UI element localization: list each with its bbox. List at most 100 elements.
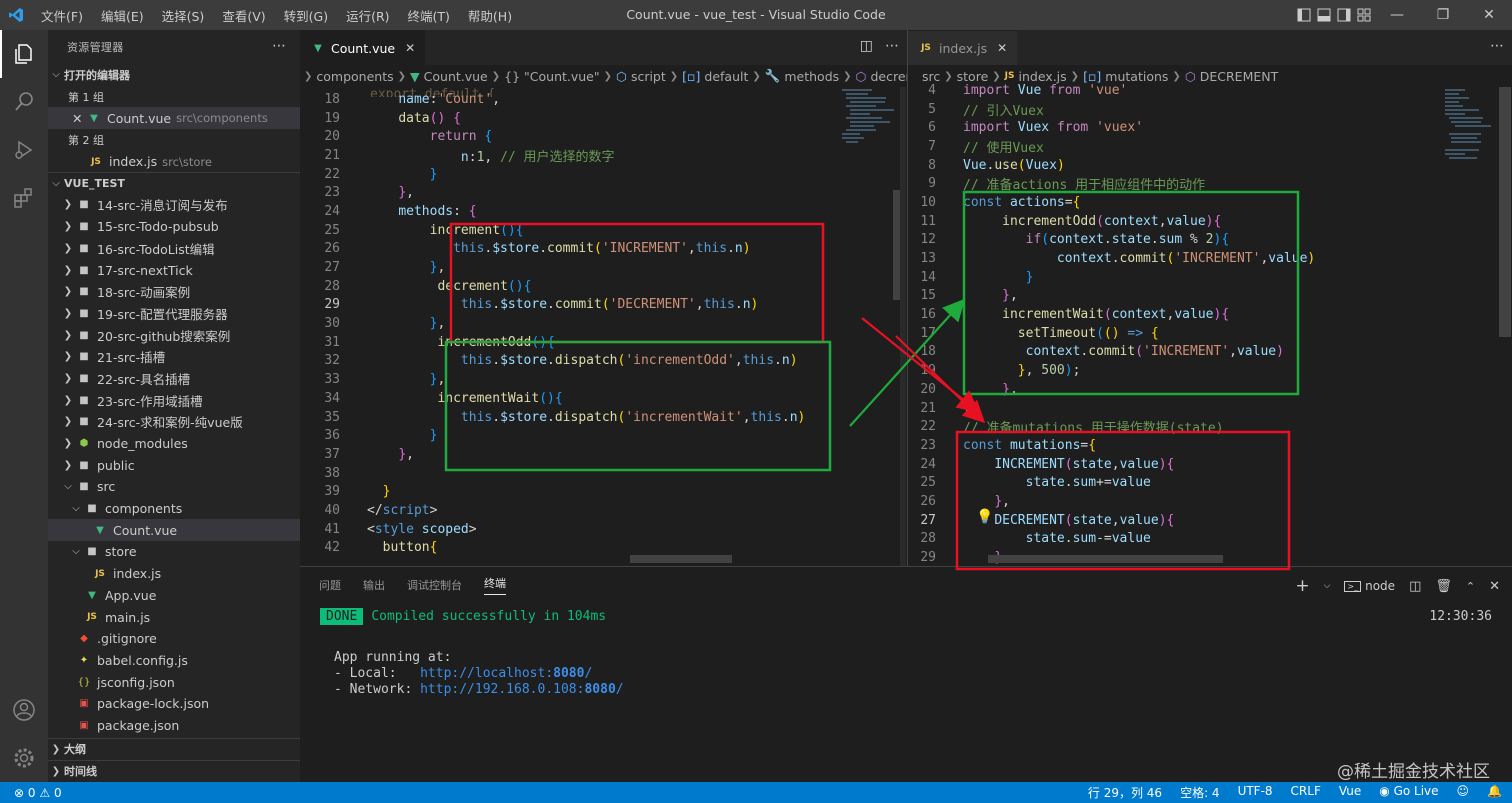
more-actions-icon[interactable]: ⋯ <box>885 38 899 54</box>
code-line[interactable]: 15 }, <box>896 287 1512 306</box>
tree-package-json[interactable]: ▣ package.json <box>48 715 300 737</box>
accounts-status-icon[interactable]: ☺ <box>1457 784 1470 801</box>
code-line[interactable]: 31 incrementOdd(){ <box>300 333 907 352</box>
code-line[interactable]: 37 }, <box>300 445 907 464</box>
extensions-icon[interactable] <box>0 174 48 222</box>
close-tab-icon[interactable]: ✕ <box>405 41 415 55</box>
tree-folder[interactable]: ❯ ■ 21-src-插槽 <box>48 346 300 368</box>
tree-count-vue[interactable]: ▼ Count.vue <box>48 519 300 542</box>
maximize-icon[interactable]: ❐ <box>1420 0 1466 30</box>
tree-folder[interactable]: ❯ ■ 22-src-具名插槽 <box>48 368 300 390</box>
tree-folder[interactable]: ❯ ■ 23-src-作用域插槽 <box>48 389 300 411</box>
code-line[interactable]: 40 </script> <box>300 501 907 520</box>
code-line[interactable]: 28 state.sum-=value <box>896 530 1512 549</box>
encoding[interactable]: UTF-8 <box>1238 784 1273 801</box>
tab-terminal[interactable]: 终端 <box>484 575 506 595</box>
tree-folder[interactable]: ❯ ■ 19-src-配置代理服务器 <box>48 303 300 325</box>
code-line[interactable]: 18 context.commit('INCREMENT',value) <box>896 343 1512 362</box>
more-actions-icon[interactable]: ⋯ <box>1490 38 1504 54</box>
tree-folder[interactable]: ❯ ■ 24-src-求和案例-纯vue版 <box>48 411 300 433</box>
toggle-secondary-sidebar-icon[interactable] <box>1334 0 1354 30</box>
menu-run[interactable]: 运行(R) <box>337 6 398 25</box>
minimize-icon[interactable]: — <box>1374 0 1420 30</box>
code-line[interactable]: 21 n:1, // 用户选择的数字 <box>300 146 907 165</box>
code-line[interactable]: 20 }, <box>896 380 1512 399</box>
code-line[interactable]: 32 this.$store.dispatch('incrementOdd',t… <box>300 352 907 371</box>
tab-count-vue[interactable]: ▼ Count.vue ✕ <box>300 30 426 65</box>
code-line[interactable]: 22 } <box>300 165 907 184</box>
tree-jsconfig[interactable]: {} jsconfig.json <box>48 671 300 693</box>
breadcrumb-item[interactable]: default <box>704 69 748 84</box>
tab-problems[interactable]: 问题 <box>319 577 341 593</box>
scrollbar-thumb-right[interactable] <box>1499 87 1511 337</box>
tab-index-js[interactable]: JS index.js ✕ <box>908 30 1018 65</box>
code-line[interactable]: 16 incrementWait(context,value){ <box>896 305 1512 324</box>
code-line[interactable]: 5 // 引入Vuex <box>896 100 1512 119</box>
tree-babel-config[interactable]: ✦ babel.config.js <box>48 650 300 672</box>
code-line[interactable]: 34 incrementWait(){ <box>300 389 907 408</box>
open-editor-index-js[interactable]: JS index.js src\store <box>48 151 300 173</box>
code-line[interactable]: 26 this.$store.commit('INCREMENT',this.n… <box>300 240 907 259</box>
tree-node-modules[interactable]: ❯ ⬢ node_modules <box>48 433 300 455</box>
trash-icon[interactable]: 🗑 <box>1435 579 1452 594</box>
code-line[interactable]: 10 const actions={ <box>896 193 1512 212</box>
code-line[interactable]: 30 }, <box>300 314 907 333</box>
breadcrumb-item[interactable]: methods <box>784 69 839 84</box>
breadcrumb-item[interactable]: components <box>316 69 393 84</box>
code-line[interactable]: 21} <box>896 399 1512 418</box>
code-line[interactable]: 23 const mutations={ <box>896 436 1512 455</box>
split-terminal-icon[interactable]: ◫ <box>1409 579 1421 594</box>
menu-go[interactable]: 转到(G) <box>275 6 337 25</box>
menu-terminal[interactable]: 终端(T) <box>399 6 459 25</box>
code-line[interactable]: 24 methods: { <box>300 202 907 221</box>
code-line[interactable]: 23 }, <box>300 183 907 202</box>
code-line[interactable]: 24 INCREMENT(state,value){ <box>896 455 1512 474</box>
notifications-bell-icon[interactable]: 🔔 <box>1487 784 1502 801</box>
code-line[interactable]: 19 data() { <box>300 109 907 128</box>
tree-app-vue[interactable]: ▼ App.vue <box>48 585 300 607</box>
indentation[interactable]: 空格: 4 <box>1180 784 1220 801</box>
code-line[interactable]: 13 context.commit('INCREMENT',value) <box>896 249 1512 268</box>
more-actions-icon[interactable]: ⋯ <box>272 38 286 54</box>
close-tab-icon[interactable]: ✕ <box>997 41 1007 55</box>
terminal-output[interactable]: DONE Compiled successfully in 104ms 12:30:… <box>300 604 1512 698</box>
open-editor-count-vue[interactable]: ✕ ▼ Count.vue src\components <box>48 107 300 130</box>
code-line[interactable]: 41 <style scoped> <box>300 520 907 539</box>
run-debug-icon[interactable] <box>0 126 48 174</box>
code-line[interactable]: 17 setTimeout(() => { <box>896 324 1512 343</box>
problems-status[interactable]: ⊗ 0 ⚠ 0 <box>14 786 62 800</box>
tab-output[interactable]: 输出 <box>363 577 385 593</box>
close-window-icon[interactable]: ✕ <box>1466 0 1512 30</box>
tree-public[interactable]: ❯ ■ public <box>48 454 300 476</box>
tab-debug-console[interactable]: 调试控制台 <box>407 577 462 593</box>
code-line[interactable]: 28 decrement(){ <box>300 277 907 296</box>
code-line[interactable]: 38 <box>300 464 907 483</box>
tree-folder[interactable]: ❯ ■ 18-src-动画案例 <box>48 281 300 303</box>
tree-folder[interactable]: ❯ ■ 16-src-TodoList编辑 <box>48 238 300 260</box>
tree-components[interactable]: ⌵ ■ components <box>48 498 300 520</box>
project-header[interactable]: ⌵ VUE_TEST <box>48 172 300 194</box>
local-url-link[interactable]: http://localhost:8080/ <box>420 666 592 681</box>
menu-file[interactable]: 文件(F) <box>32 6 92 25</box>
code-line[interactable]: 33 }, <box>300 370 907 389</box>
breadcrumb-item[interactable]: {} "Count.vue" <box>504 69 599 84</box>
minimap-left[interactable] <box>840 87 900 207</box>
breadcrumb-item[interactable]: Count.vue <box>424 69 488 84</box>
code-line[interactable]: 12 if(context.state.sum % 2){ <box>896 231 1512 250</box>
menu-view[interactable]: 查看(V) <box>213 6 274 25</box>
tree-folder[interactable]: ❯ ■ 14-src-消息订阅与发布 <box>48 194 300 216</box>
horizontal-scrollbar-left[interactable] <box>630 555 732 563</box>
timeline-header[interactable]: ❯ 时间线 <box>48 760 300 782</box>
tree-gitignore[interactable]: ◆ .gitignore <box>48 628 300 650</box>
code-line[interactable]: 22 // 准备mutations 用于操作数据(state) <box>896 417 1512 436</box>
code-line[interactable]: 29 this.$store.commit('DECREMENT',this.n… <box>300 296 907 315</box>
tree-folder[interactable]: ❯ ■ 15-src-Todo-pubsub <box>48 216 300 238</box>
network-url-link[interactable]: http://192.168.0.108:8080/ <box>420 682 624 697</box>
toggle-sidebar-icon[interactable] <box>1294 0 1314 30</box>
end-of-line[interactable]: CRLF <box>1291 784 1321 801</box>
settings-gear-icon[interactable] <box>0 734 48 782</box>
tree-store[interactable]: ⌵ ■ store <box>48 541 300 563</box>
account-icon[interactable] <box>0 686 48 734</box>
chevron-up-icon[interactable]: ⌃ <box>1466 580 1475 593</box>
toggle-panel-icon[interactable] <box>1314 0 1334 30</box>
